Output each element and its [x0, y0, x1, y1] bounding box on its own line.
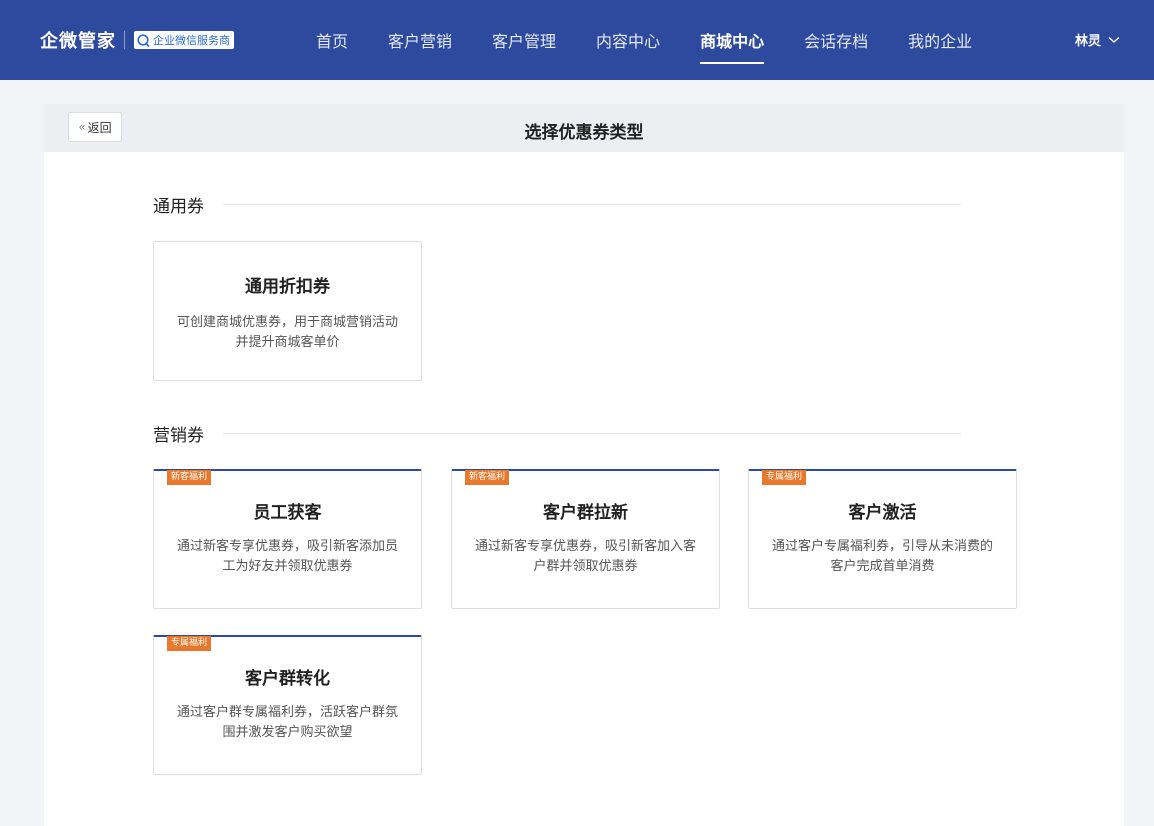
- panel-header: « 返回 选择优惠券类型: [44, 104, 1124, 152]
- coupon-card-customer-activation[interactable]: 专属福利 客户激活 通过客户专属福利券，引导从未消费的客户完成首单消费: [748, 469, 1017, 609]
- brand-name: 企微管家: [40, 31, 116, 52]
- nav-customer-marketing[interactable]: 客户营销: [388, 28, 452, 52]
- card-description: 通过新客专享优惠券，吸引新客添加员工为好友并领取优惠券: [176, 539, 398, 574]
- brand-badge-text: 企业微信服务商: [153, 34, 230, 47]
- wecom-partner-badge: 企业微信服务商: [134, 31, 234, 49]
- card-title: 员工获客: [253, 503, 322, 523]
- top-navigation-bar: 企微管家 企业微信服务商 首页 客户营销 客户管理 内容中心 商城中心 会话存档…: [0, 0, 1154, 80]
- card-description: 通过客户专属福利券，引导从未消费的客户完成首单消费: [771, 539, 993, 574]
- nav-content-center[interactable]: 内容中心: [596, 28, 660, 52]
- card-title: 客户群拉新: [543, 503, 628, 523]
- coupon-card-staff-acquisition[interactable]: 新客福利 员工获客 通过新客专享优惠券，吸引新客添加员工为好友并领取优惠券: [153, 469, 422, 609]
- main-nav: 首页 客户营销 客户管理 内容中心 商城中心 会话存档 我的企业: [296, 0, 992, 80]
- nav-my-enterprise[interactable]: 我的企业: [908, 28, 972, 52]
- card-tag-badge: 专属福利: [762, 470, 807, 485]
- nav-home[interactable]: 首页: [316, 28, 348, 52]
- coupon-card-group-conversion[interactable]: 专属福利 客户群转化 通过客户群专属福利券，活跃客户群氛围并激发客户购买欲望: [153, 635, 422, 775]
- card-title: 客户激活: [848, 503, 917, 523]
- card-tag-badge: 新客福利: [167, 470, 212, 485]
- user-menu[interactable]: 林灵: [1075, 30, 1120, 49]
- nav-chat-archive[interactable]: 会话存档: [804, 28, 868, 52]
- section-divider: [223, 204, 961, 205]
- card-description: 通过客户群专属福利券，活跃客户群氛围并激发客户购买欲望: [176, 705, 398, 740]
- card-title: 客户群转化: [245, 669, 330, 689]
- nav-customer-management[interactable]: 客户管理: [492, 28, 556, 52]
- wecom-chat-icon: [137, 33, 150, 47]
- coupon-card-group-acquisition[interactable]: 新客福利 客户群拉新 通过新客专享优惠券，吸引新客加入客户群并领取优惠券: [451, 469, 720, 609]
- section-divider: [223, 433, 961, 434]
- card-description: 可创建商城优惠券，用于商城营销活动并提升商城客单价: [176, 315, 398, 350]
- card-tag-badge: 新客福利: [465, 470, 510, 485]
- brand-divider: [124, 31, 125, 49]
- coupon-type-panel: « 返回 选择优惠券类型 通用券 通用折扣券 可创建商城优惠券，用于商城营销活动…: [44, 104, 1124, 826]
- card-title: 通用折扣券: [245, 277, 330, 297]
- coupon-card-general-discount[interactable]: 通用折扣券 可创建商城优惠券，用于商城营销活动并提升商城客单价: [153, 241, 422, 381]
- card-description: 通过新客专享优惠券，吸引新客加入客户群并领取优惠券: [474, 539, 696, 574]
- brand-logo[interactable]: 企微管家 企业微信服务商: [40, 28, 234, 52]
- user-name: 林灵: [1074, 34, 1101, 49]
- section-title-general: 通用券: [153, 197, 204, 217]
- chevron-down-icon: [1108, 36, 1120, 43]
- card-tag-badge: 专属福利: [167, 636, 212, 651]
- nav-mall-center[interactable]: 商城中心: [700, 28, 765, 64]
- section-title-marketing: 营销券: [153, 426, 204, 446]
- page-title: 选择优惠券类型: [524, 123, 644, 143]
